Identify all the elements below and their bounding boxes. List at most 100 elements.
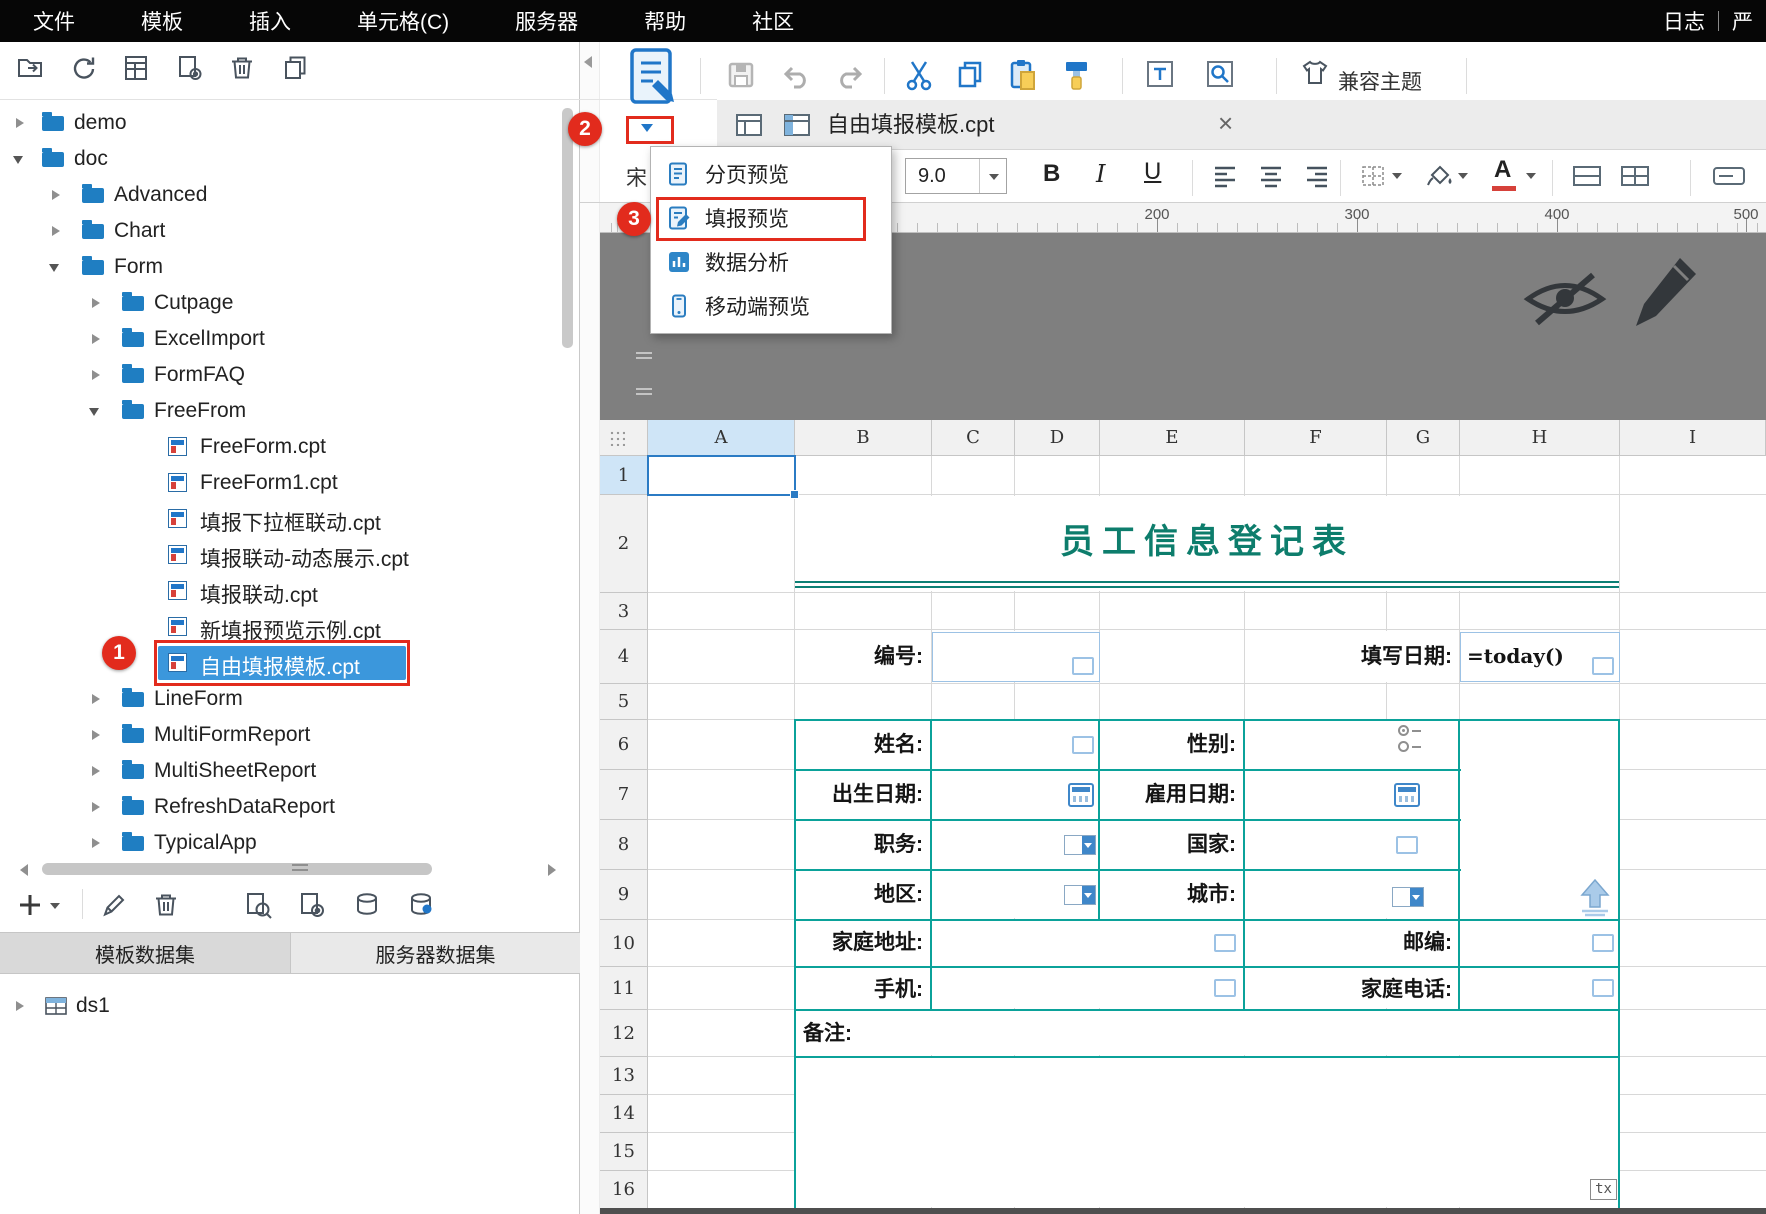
dataset-item-ds1[interactable]: ds1 [0, 988, 560, 1024]
chevron-right-icon[interactable] [92, 802, 100, 812]
date-picker-widget[interactable] [1394, 783, 1420, 807]
menu-item-data-analysis[interactable]: 数据分析 [651, 240, 891, 284]
bold-button[interactable]: B [1043, 160, 1060, 188]
column-header-a[interactable]: A [648, 420, 795, 456]
database-icon[interactable] [354, 891, 382, 919]
fill-color-icon[interactable] [1424, 162, 1452, 188]
row-header-7[interactable]: 7 [600, 770, 648, 820]
column-header-c[interactable]: C [932, 420, 1015, 456]
combobox-widget[interactable] [1392, 887, 1424, 907]
sidebar-item-linkage-cpt[interactable]: 填报联动.cpt [0, 573, 560, 609]
sidebar-item-cutpage[interactable]: Cutpage [0, 285, 560, 321]
select-all-corner[interactable] [600, 420, 648, 456]
textarea-widget[interactable]: tx [1590, 1179, 1617, 1200]
menu-item-mobile-preview[interactable]: 移动端预览 [651, 284, 891, 328]
scroll-right-icon[interactable] [548, 864, 556, 876]
checkbox-widget[interactable] [1396, 836, 1418, 854]
row-header-11[interactable]: 11 [600, 967, 648, 1010]
tab-template-datasets[interactable]: 模板数据集 [0, 932, 290, 974]
row-header-13[interactable]: 13 [600, 1057, 648, 1095]
cut-icon[interactable] [904, 58, 934, 92]
delete-dataset-icon[interactable] [152, 891, 180, 919]
compat-theme-button[interactable]: 兼容主题 [1338, 66, 1422, 96]
field-label-name[interactable]: 姓名: [795, 732, 923, 758]
checkbox-widget[interactable] [1072, 736, 1094, 754]
sidebar-item-advanced[interactable]: Advanced [0, 177, 560, 213]
merged-cell[interactable] [796, 1058, 1618, 1207]
fill-color-caret-icon[interactable] [1458, 173, 1468, 179]
column-header-d[interactable]: D [1015, 420, 1100, 456]
chevron-right-icon[interactable] [16, 1001, 24, 1011]
menu-server[interactable]: 服务器 [482, 6, 611, 36]
sidebar-item-chart[interactable]: Chart [0, 213, 560, 249]
zoom-icon[interactable] [1206, 60, 1236, 88]
chevron-down-icon[interactable] [49, 264, 59, 272]
chevron-right-icon[interactable] [92, 730, 100, 740]
checkbox-widget[interactable] [1592, 934, 1614, 952]
document-tab[interactable]: 自由填报模板.cpt [827, 100, 1207, 150]
align-left-icon[interactable] [1212, 164, 1238, 190]
checkbox-widget[interactable] [1214, 979, 1236, 997]
checkbox-widget[interactable] [1072, 657, 1094, 675]
row-header-8[interactable]: 8 [600, 820, 648, 870]
checkbox-widget[interactable] [1214, 934, 1236, 952]
sidebar-item-formfaq[interactable]: FormFAQ [0, 357, 560, 393]
chevron-right-icon[interactable] [92, 298, 100, 308]
form-view-icon[interactable] [783, 111, 811, 139]
chevron-right-icon[interactable] [92, 334, 100, 344]
tab-server-datasets[interactable]: 服务器数据集 [290, 932, 580, 974]
sidebar-item-freefrom[interactable]: FreeFrom [0, 393, 560, 429]
row-header-16[interactable]: 16 [600, 1171, 648, 1209]
field-label-country[interactable]: 国家: [1100, 832, 1236, 858]
menu-item-paged-preview[interactable]: 分页预览 [651, 152, 891, 196]
sidebar-item-freeform1-cpt[interactable]: FreeForm1.cpt [0, 465, 560, 501]
switch-directory-icon[interactable] [16, 54, 44, 82]
report-title[interactable]: 员工信息登记表 [795, 497, 1619, 579]
close-tab-icon[interactable]: × [1218, 108, 1233, 139]
scroll-left-icon[interactable] [20, 864, 28, 876]
row-header-1[interactable]: 1 [600, 456, 648, 495]
sidebar-item-typicalapp[interactable]: TypicalApp [0, 825, 560, 857]
chevron-right-icon[interactable] [92, 838, 100, 848]
sidebar-item-multisheetreport[interactable]: MultiSheetReport [0, 753, 560, 789]
template-settings-icon[interactable] [176, 54, 204, 82]
column-header-i[interactable]: I [1620, 420, 1766, 456]
row-header-14[interactable]: 14 [600, 1095, 648, 1133]
sidebar-item-excelimport[interactable]: ExcelImport [0, 321, 560, 357]
chevron-right-icon[interactable] [92, 370, 100, 380]
add-dataset-button[interactable] [16, 891, 44, 919]
row-header-9[interactable]: 9 [600, 870, 648, 920]
preview-dataset-icon[interactable] [244, 891, 274, 921]
chevron-right-icon[interactable] [92, 694, 100, 704]
column-header-h[interactable]: H [1460, 420, 1620, 456]
copy-template-icon[interactable] [282, 54, 310, 82]
field-label-zip[interactable]: 邮编: [1245, 930, 1452, 956]
field-widget-icon[interactable] [1712, 166, 1746, 186]
sidebar-item-demo[interactable]: demo [0, 105, 560, 141]
borders-caret-icon[interactable] [1392, 173, 1402, 179]
split-cells-icon[interactable] [1620, 164, 1650, 188]
sidebar-item-refreshdatareport[interactable]: RefreshDataReport [0, 789, 560, 825]
combobox-widget[interactable] [1064, 885, 1096, 905]
row-header-10[interactable]: 10 [600, 920, 648, 967]
row-header-3[interactable]: 3 [600, 593, 648, 630]
field-label-region[interactable]: 地区: [795, 882, 923, 908]
column-header-b[interactable]: B [795, 420, 932, 456]
underline-button[interactable]: U [1144, 158, 1161, 186]
format-painter-icon[interactable] [1062, 58, 1092, 92]
redo-icon[interactable] [834, 62, 866, 90]
dataset-config-icon[interactable] [298, 891, 328, 921]
row-header-2[interactable]: 2 [600, 495, 648, 593]
sidebar-item-multiformreport[interactable]: MultiFormReport [0, 717, 560, 753]
field-label-fill-date[interactable]: 填写日期: [1245, 644, 1452, 670]
row-header-5[interactable]: 5 [600, 684, 648, 720]
menu-insert[interactable]: 插入 [216, 6, 324, 36]
selected-cell-a1[interactable] [647, 455, 799, 499]
radio-widget[interactable] [1398, 725, 1421, 752]
merged-cell[interactable] [933, 921, 1243, 1008]
field-label-birth-date[interactable]: 出生日期: [795, 782, 923, 808]
menu-template[interactable]: 模板 [108, 6, 216, 36]
align-right-icon[interactable] [1304, 164, 1330, 190]
field-label-hire-date[interactable]: 雇用日期: [1100, 782, 1236, 808]
chevron-down-icon[interactable] [89, 408, 99, 416]
